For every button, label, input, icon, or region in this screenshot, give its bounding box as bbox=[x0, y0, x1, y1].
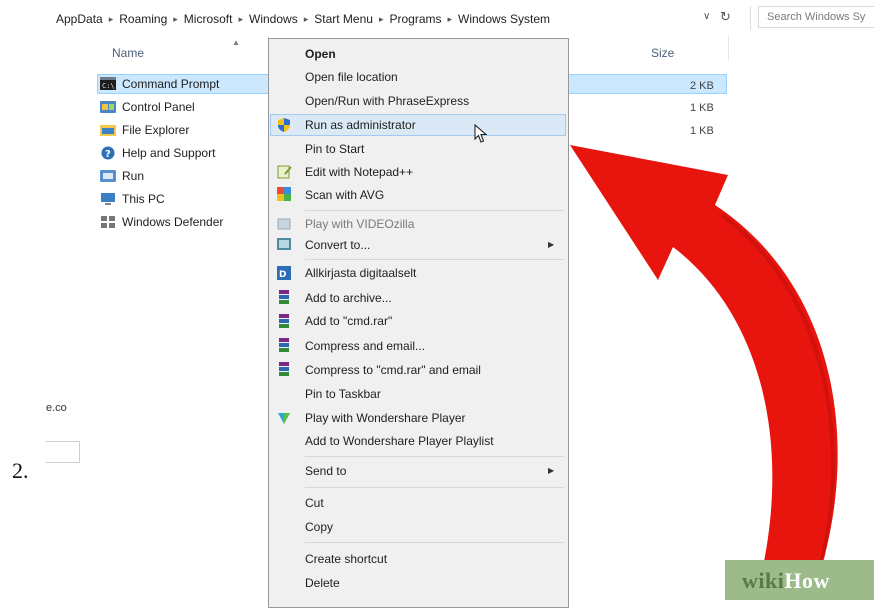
file-row[interactable]: Windows Defender bbox=[100, 211, 223, 233]
breadcrumb-item[interactable]: Windows bbox=[249, 12, 298, 26]
file-name: This PC bbox=[122, 192, 165, 206]
file-name: Windows Defender bbox=[122, 215, 224, 229]
chevron-right-icon: ▸ bbox=[173, 13, 178, 24]
breadcrumb-item[interactable]: Programs bbox=[389, 12, 441, 26]
menu-item-add-to-archive[interactable]: Add to archive... bbox=[305, 287, 392, 309]
chevron-right-icon: ▸ bbox=[303, 13, 309, 24]
partial-text: e.co bbox=[46, 402, 67, 414]
winrar-icon bbox=[276, 337, 292, 353]
file-name: Run bbox=[122, 169, 145, 183]
menu-separator bbox=[305, 456, 564, 457]
file-row[interactable]: Control Panel bbox=[100, 96, 195, 118]
breadcrumb-item[interactable]: Microsoft bbox=[184, 12, 233, 26]
menu-item-open-run-phraseexpress[interactable]: Open/Run with PhraseExpress bbox=[305, 90, 469, 112]
sort-ascending-icon: ▲ bbox=[232, 38, 240, 47]
windows-defender-icon bbox=[100, 215, 116, 229]
file-row[interactable]: This PC bbox=[100, 188, 165, 210]
file-row[interactable]: File Explorer bbox=[100, 119, 189, 141]
svg-text:C:\: C:\ bbox=[102, 82, 115, 90]
file-name: Control Panel bbox=[122, 100, 195, 114]
menu-item-compress-to-cmd-rar-and-email[interactable]: Compress to "cmd.rar" and email bbox=[305, 359, 481, 381]
svg-text:?: ? bbox=[105, 149, 111, 160]
file-name: Command Prompt bbox=[122, 77, 220, 91]
address-history-dropdown-icon[interactable]: ∨ bbox=[703, 11, 710, 22]
control-panel-icon bbox=[100, 100, 116, 114]
menu-item-scan-with-avg[interactable]: Scan with AVG bbox=[305, 184, 384, 206]
menu-item-play-with-videozilla: Play with VIDEOzilla bbox=[305, 217, 415, 231]
breadcrumb-item[interactable]: Roaming bbox=[119, 12, 167, 26]
file-row[interactable]: Run bbox=[100, 165, 144, 187]
chevron-right-icon: ▸ bbox=[447, 13, 453, 24]
menu-item-add-to-cmd-rar[interactable]: Add to "cmd.rar" bbox=[305, 310, 392, 332]
menu-separator bbox=[305, 542, 564, 543]
run-icon bbox=[100, 169, 116, 183]
menu-item-delete[interactable]: Delete bbox=[305, 572, 340, 594]
menu-item-open-file-location[interactable]: Open file location bbox=[305, 66, 398, 88]
column-header-name[interactable]: Name bbox=[112, 46, 144, 60]
notepad-plus-plus-icon bbox=[276, 164, 292, 180]
file-row[interactable]: ? Help and Support bbox=[100, 142, 215, 164]
menu-item-run-as-administrator[interactable]: Run as administrator bbox=[305, 114, 416, 136]
chevron-right-icon: ▸ bbox=[238, 13, 244, 24]
chevron-right-icon: ▸ bbox=[378, 13, 384, 24]
menu-item-create-shortcut[interactable]: Create shortcut bbox=[305, 548, 387, 570]
search-input[interactable]: Search Windows Sy bbox=[758, 6, 874, 28]
breadcrumb: AppData ▸ Roaming ▸ Microsoft ▸ Windows … bbox=[56, 11, 550, 27]
menu-item-send-to[interactable]: Send to bbox=[305, 460, 346, 482]
menu-item-copy[interactable]: Copy bbox=[305, 516, 333, 538]
breadcrumb-item[interactable]: Windows System bbox=[458, 12, 550, 26]
divider bbox=[750, 6, 751, 30]
uac-shield-icon bbox=[276, 117, 292, 133]
help-icon: ? bbox=[100, 146, 116, 160]
winrar-icon bbox=[276, 313, 292, 329]
menu-item-pin-to-taskbar[interactable]: Pin to Taskbar bbox=[305, 383, 381, 405]
chevron-right-icon: ▸ bbox=[108, 13, 114, 24]
menu-separator bbox=[305, 487, 564, 488]
wondershare-icon bbox=[276, 410, 292, 426]
breadcrumb-item[interactable]: AppData bbox=[56, 12, 103, 26]
menu-separator bbox=[305, 259, 564, 260]
menu-item-allkirjasta-digitaalselt[interactable]: Allkirjasta digitaalselt bbox=[305, 262, 416, 284]
menu-item-add-to-wondershare-playlist[interactable]: Add to Wondershare Player Playlist bbox=[305, 430, 494, 452]
menu-item-pin-to-start[interactable]: Pin to Start bbox=[305, 138, 364, 160]
convert-icon bbox=[276, 236, 292, 252]
breadcrumb-item[interactable]: Start Menu bbox=[314, 12, 373, 26]
menu-item-play-with-wondershare-player[interactable]: Play with Wondershare Player bbox=[305, 407, 466, 429]
digital-signature-icon: D bbox=[276, 265, 292, 281]
this-pc-icon bbox=[100, 192, 116, 206]
menu-item-open[interactable]: Open bbox=[305, 43, 336, 65]
winrar-icon bbox=[276, 289, 292, 305]
red-arrow-annotation bbox=[540, 55, 874, 603]
menu-item-cut[interactable]: Cut bbox=[305, 492, 324, 514]
step-number: 2. bbox=[12, 458, 29, 483]
refresh-icon[interactable]: ↻ bbox=[720, 9, 731, 25]
videozilla-icon bbox=[276, 216, 292, 232]
winrar-icon bbox=[276, 361, 292, 377]
file-name: Help and Support bbox=[122, 146, 216, 160]
menu-item-convert-to[interactable]: Convert to... bbox=[305, 234, 370, 256]
menu-item-edit-with-notepad[interactable]: Edit with Notepad++ bbox=[305, 161, 413, 183]
svg-text:D: D bbox=[279, 270, 286, 280]
avg-icon bbox=[276, 186, 292, 202]
menu-separator bbox=[305, 210, 564, 211]
file-name: File Explorer bbox=[122, 123, 190, 137]
mouse-pointer-icon bbox=[474, 123, 488, 147]
wikihow-logo: wikiHow bbox=[742, 568, 830, 593]
menu-item-compress-and-email[interactable]: Compress and email... bbox=[305, 335, 425, 357]
partial-input[interactable] bbox=[46, 441, 80, 463]
command-prompt-icon: C:\ bbox=[100, 77, 116, 91]
file-explorer-icon bbox=[100, 123, 116, 137]
file-row[interactable]: C:\ Command Prompt bbox=[100, 73, 219, 95]
